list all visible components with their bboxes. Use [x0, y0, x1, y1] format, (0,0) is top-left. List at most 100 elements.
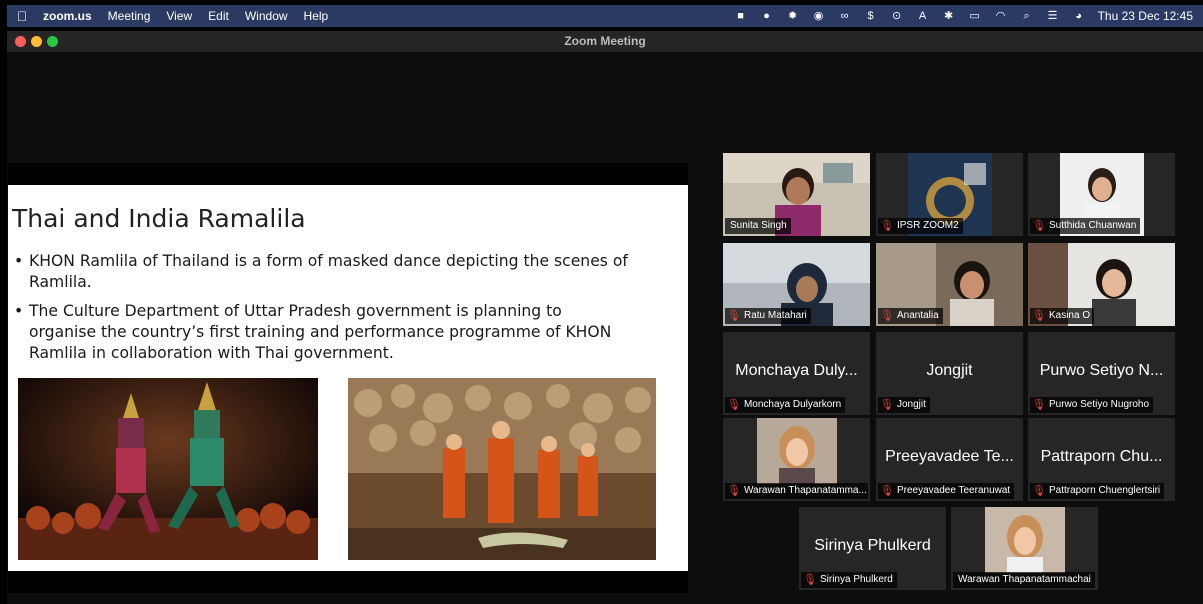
menu-edit[interactable]: Edit — [200, 9, 237, 23]
participant-name: Kasina O — [1048, 310, 1091, 321]
participant-label: 🎙︎ Sirinya Phulkerd — [801, 572, 897, 588]
bullet-text: KHON Ramlila of Thailand is a form of ma… — [29, 252, 628, 291]
bullet-dot: • — [14, 302, 24, 320]
participant-label: 🎙︎ Purwo Setiyo Nugroho — [1030, 397, 1154, 413]
participant-display-name: Jongjit — [926, 362, 973, 379]
participant-tile[interactable]: Preeyavadee Te... 🎙︎ Preeyavadee Teeranu… — [876, 418, 1023, 501]
participant-display-name: Preeyavadee Te... — [885, 448, 1014, 465]
participant-display-name: Sirinya Phulkerd — [814, 537, 931, 554]
participant-name: Jongjit — [896, 399, 926, 410]
participant-name: Monchaya Dulyarkorn — [743, 399, 842, 410]
khon-dance-photo — [18, 378, 318, 560]
control-center-icon[interactable]: ☰ — [1040, 5, 1066, 27]
participant-tile[interactable]: Warawan Thapanatammachai — [951, 507, 1098, 590]
participant-tile[interactable]: 🎙︎ Anantalia — [876, 243, 1023, 326]
participant-label: 🎙︎ Preeyavadee Teeranuwat — [878, 483, 1015, 499]
participant-name: Warawan Thapanatamma... — [743, 485, 867, 496]
participant-tile[interactable]: Purwo Setiyo N... 🎙︎ Purwo Setiyo Nugroh… — [1028, 332, 1175, 415]
a-icon[interactable]: A — [910, 5, 936, 27]
chat-icon[interactable]: ● — [754, 5, 780, 27]
window-title: Zoom Meeting — [564, 34, 646, 48]
participant-label: 🎙︎ Pattraporn Chuenglertsiri — [1030, 483, 1165, 499]
muted-mic-icon: 🎙︎ — [1032, 310, 1046, 322]
participant-label: Warawan Thapanatammachai — [953, 572, 1095, 588]
muted-mic-icon: 🎙︎ — [727, 485, 741, 497]
infinity-icon[interactable]: ∞ — [832, 5, 858, 27]
participant-display-name: Purwo Setiyo N... — [1039, 362, 1164, 379]
menu-window[interactable]: Window — [237, 9, 296, 23]
participant-label: Sunita Singh — [725, 218, 791, 234]
search-icon[interactable]: ⌕ — [1014, 5, 1040, 27]
participant-label: 🎙︎ Warawan Thapanatamma... — [725, 483, 868, 499]
participant-name: Ratu Matahari — [743, 310, 807, 321]
muted-mic-icon: 🎙︎ — [1032, 220, 1046, 232]
siri-icon[interactable]: ◕ — [1066, 5, 1092, 27]
minimize-button[interactable] — [31, 36, 42, 47]
menu-bar:  zoom.us Meeting View Edit Window Help … — [7, 5, 1203, 27]
participant-display-name: Pattraporn Chu... — [1040, 448, 1163, 465]
muted-mic-icon: 🎙︎ — [803, 574, 817, 586]
participant-tile[interactable]: 🎙︎ Warawan Thapanatamma... — [723, 418, 870, 501]
participant-name: Anantalia — [896, 310, 939, 321]
zoom-button[interactable] — [47, 36, 58, 47]
participant-name: Sunita Singh — [730, 220, 787, 231]
participant-tile[interactable]: Pattraporn Chu... 🎙︎ Pattraporn Chuengle… — [1028, 418, 1175, 501]
participant-tile[interactable]: Monchaya Duly... 🎙︎ Monchaya Dulyarkorn — [723, 332, 870, 415]
participant-name: Warawan Thapanatammachai — [958, 574, 1091, 585]
participant-tile[interactable]: 🎙︎ Ratu Matahari — [723, 243, 870, 326]
wifi-icon[interactable]: ◠ — [988, 5, 1014, 27]
participant-tile[interactable]: Sirinya Phulkerd 🎙︎ Sirinya Phulkerd — [799, 507, 946, 590]
participant-tile[interactable]: Sunita Singh — [723, 153, 870, 236]
slide-bullet: • KHON Ramlila of Thailand is a form of … — [14, 251, 629, 293]
share-bottom-bar — [8, 571, 688, 593]
participant-name: Purwo Setiyo Nugroho — [1048, 399, 1150, 410]
participant-name: Sirinya Phulkerd — [819, 574, 893, 585]
slide-bullet: • The Culture Department of Uttar Prades… — [14, 301, 629, 364]
participant-tile[interactable]: Jongjit 🎙︎ Jongjit — [876, 332, 1023, 415]
clock[interactable]: Thu 23 Dec 12:45 — [1092, 9, 1203, 23]
menu-app-zoom[interactable]: zoom.us — [37, 9, 100, 23]
participant-label: 🎙︎ Kasina O — [1030, 308, 1095, 324]
participant-tile[interactable]: 🎙︎ Kasina O — [1028, 243, 1175, 326]
menu-view[interactable]: View — [158, 9, 200, 23]
participant-tile[interactable]: 🎙︎ IPSR ZOOM2 — [876, 153, 1023, 236]
muted-mic-icon: 🎙︎ — [727, 399, 741, 411]
participant-name: Pattraporn Chuenglertsiri — [1048, 485, 1161, 496]
participant-label: 🎙︎ Jongjit — [878, 397, 930, 413]
participant-label: 🎙︎ IPSR ZOOM2 — [878, 218, 963, 234]
window-title-bar: Zoom Meeting — [7, 31, 1203, 52]
play-icon[interactable]: ⊙ — [884, 5, 910, 27]
status-icons: ■ ● ✹ ◉ ∞ $ ⊙ A ✱ ▭ ◠ ⌕ ☰ ◕ Thu 23 Dec 12:45 — [728, 5, 1203, 27]
muted-mic-icon: 🎙︎ — [880, 310, 894, 322]
bullet-text: The Culture Department of Uttar Pradesh … — [29, 302, 612, 362]
participant-name: Sutthida Chuanwan — [1048, 220, 1137, 231]
bullet-dot: • — [14, 252, 24, 270]
menu-meeting[interactable]: Meeting — [100, 9, 159, 23]
settings-icon[interactable]: ✹ — [780, 5, 806, 27]
muted-mic-icon: 🎙︎ — [1032, 485, 1046, 497]
participant-name: Preeyavadee Teeranuwat — [896, 485, 1011, 496]
bluetooth-icon[interactable]: ✱ — [936, 5, 962, 27]
dollar-icon[interactable]: $ — [858, 5, 884, 27]
battery-icon[interactable]: ▭ — [962, 5, 988, 27]
ramlila-scene-photo — [348, 378, 656, 560]
participant-display-name: Monchaya Duly... — [735, 362, 858, 379]
participant-label: 🎙︎ Sutthida Chuanwan — [1030, 218, 1141, 234]
participant-label: 🎙︎ Ratu Matahari — [725, 308, 811, 324]
muted-mic-icon: 🎙︎ — [880, 220, 894, 232]
shared-slide: Thai and India Ramalila • KHON Ramlila o… — [8, 185, 688, 571]
zoom-icon[interactable]: ■ — [728, 5, 754, 27]
muted-mic-icon: 🎙︎ — [880, 485, 894, 497]
share-top-bar — [8, 163, 688, 185]
muted-mic-icon: 🎙︎ — [1032, 399, 1046, 411]
slide-title: Thai and India Ramalila — [12, 204, 306, 233]
muted-mic-icon: 🎙︎ — [880, 399, 894, 411]
participant-label: 🎙︎ Anantalia — [878, 308, 943, 324]
menu-help[interactable]: Help — [296, 9, 337, 23]
participant-label: 🎙︎ Monchaya Dulyarkorn — [725, 397, 846, 413]
close-button[interactable] — [15, 36, 26, 47]
muted-mic-icon: 🎙︎ — [727, 310, 741, 322]
camera-icon[interactable]: ◉ — [806, 5, 832, 27]
apple-icon[interactable]:  — [7, 8, 37, 24]
participant-tile[interactable]: 🎙︎ Sutthida Chuanwan — [1028, 153, 1175, 236]
